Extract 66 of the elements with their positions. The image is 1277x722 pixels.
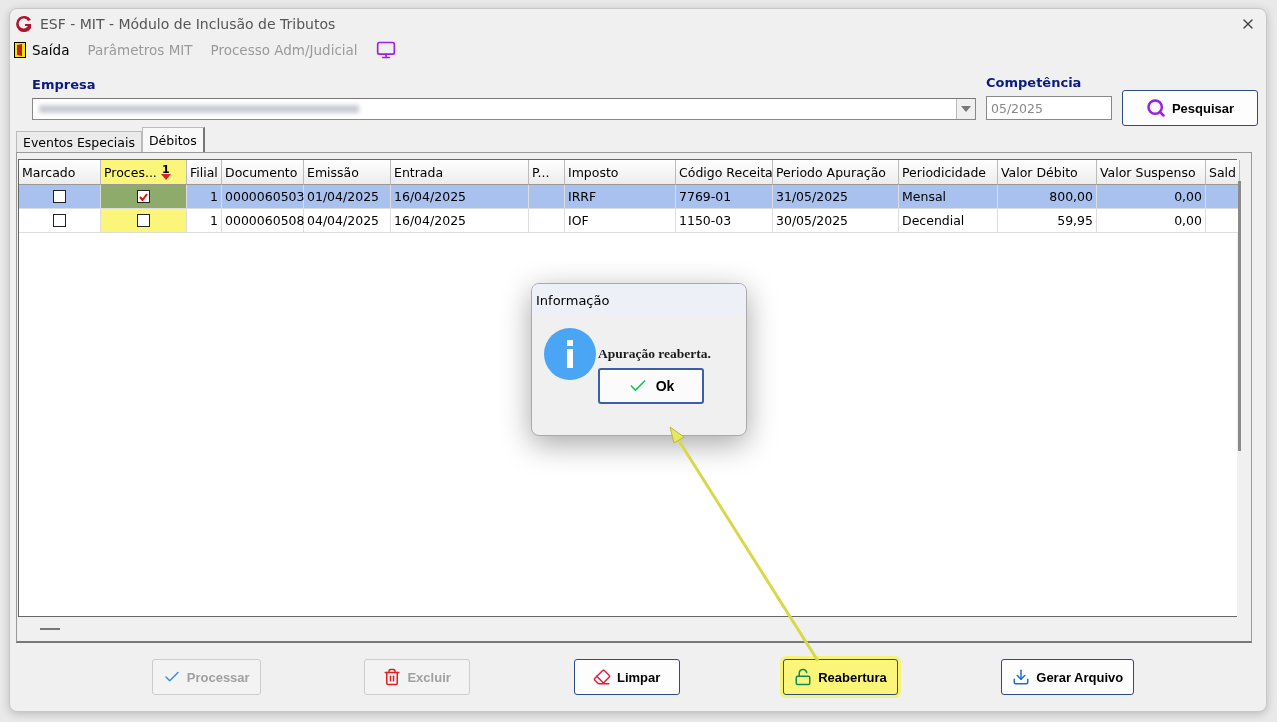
column-header[interactable]: Emissão: [304, 160, 391, 185]
table-cell: 800,00: [998, 185, 1097, 209]
scrollbar[interactable]: [1238, 181, 1241, 451]
ok-button[interactable]: Ok: [598, 368, 704, 404]
company-dropdown[interactable]: [32, 98, 976, 120]
column-header[interactable]: Sald: [1206, 160, 1240, 185]
table-cell: 7769-01: [676, 185, 773, 209]
info-icon: [544, 328, 596, 380]
dialog-title: Informação: [532, 284, 746, 316]
table-cell: 31/05/2025: [773, 185, 899, 209]
table-cell: 1: [187, 209, 222, 233]
monitor-icon[interactable]: [375, 40, 396, 60]
search-icon: [1145, 98, 1166, 118]
table-cell: 1150-03: [676, 209, 773, 233]
table-cell: 1: [187, 185, 222, 209]
app-logo-icon: [14, 14, 34, 34]
table-cell: Mensal: [899, 185, 998, 209]
tab[interactable]: Eventos Especiais: [16, 131, 142, 152]
tab[interactable]: Débitos: [142, 127, 205, 152]
sort-indicator: 1: [160, 164, 171, 180]
table-cell: 0,00: [1097, 185, 1206, 209]
column-header[interactable]: Filial: [187, 160, 222, 185]
scrollbar[interactable]: [40, 628, 60, 630]
action-button[interactable]: Gerar Arquivo: [1001, 659, 1135, 695]
action-button[interactable]: Reabertura: [783, 659, 898, 695]
eraser-icon: [592, 668, 611, 686]
table-cell: IRRF: [565, 185, 676, 209]
period-field[interactable]: 05/2025: [986, 96, 1112, 120]
column-header[interactable]: Código Receita: [676, 160, 773, 185]
action-button[interactable]: Limpar: [573, 659, 680, 695]
table-cell: 01/04/2025: [304, 185, 391, 209]
table-cell: 30/05/2025: [773, 209, 899, 233]
column-header[interactable]: P...: [529, 160, 565, 185]
trash-icon: [383, 668, 402, 686]
table-cell: Decendial: [899, 209, 998, 233]
dialog-message: Apuração reaberta.: [598, 346, 711, 362]
window-title: ESF - MIT - Módulo de Inclusão de Tributos: [40, 16, 337, 32]
padlock-icon: [794, 668, 813, 686]
column-header[interactable]: Periodicidade: [899, 160, 998, 185]
table-cell: 04/04/2025: [304, 209, 391, 233]
column-header[interactable]: Periodo Apuração: [773, 160, 899, 185]
column-header[interactable]: Marcado: [19, 160, 101, 185]
search-button[interactable]: Pesquisar: [1122, 90, 1258, 126]
checkbox[interactable]: [137, 190, 150, 203]
table-cell: 16/04/2025: [391, 185, 529, 209]
table-cell: 0000060508: [222, 209, 304, 233]
menu-item[interactable]: Saída: [14, 42, 70, 58]
checkbox[interactable]: [53, 190, 66, 203]
table-cell: IOF: [565, 209, 676, 233]
download-icon: [1012, 668, 1031, 686]
column-header[interactable]: Valor Suspenso: [1097, 160, 1206, 185]
table-cell: 0,00: [1097, 209, 1206, 233]
table-cell: 0000060503: [222, 185, 304, 209]
checkbox[interactable]: [137, 214, 150, 227]
column-header[interactable]: Documento: [222, 160, 304, 185]
dropdown-arrow-icon: [961, 106, 971, 112]
column-header[interactable]: Imposto: [565, 160, 676, 185]
field-label: Empresa: [32, 77, 97, 92]
column-header[interactable]: Proces... 1: [101, 160, 187, 185]
door-icon: [14, 42, 26, 58]
column-header[interactable]: Valor Débito: [998, 160, 1097, 185]
table-cell: 59,95: [998, 209, 1097, 233]
table-cell: 16/04/2025: [391, 209, 529, 233]
column-header[interactable]: Entrada: [391, 160, 529, 185]
checkbox[interactable]: [53, 214, 66, 227]
field-label: Competência: [986, 75, 1083, 90]
